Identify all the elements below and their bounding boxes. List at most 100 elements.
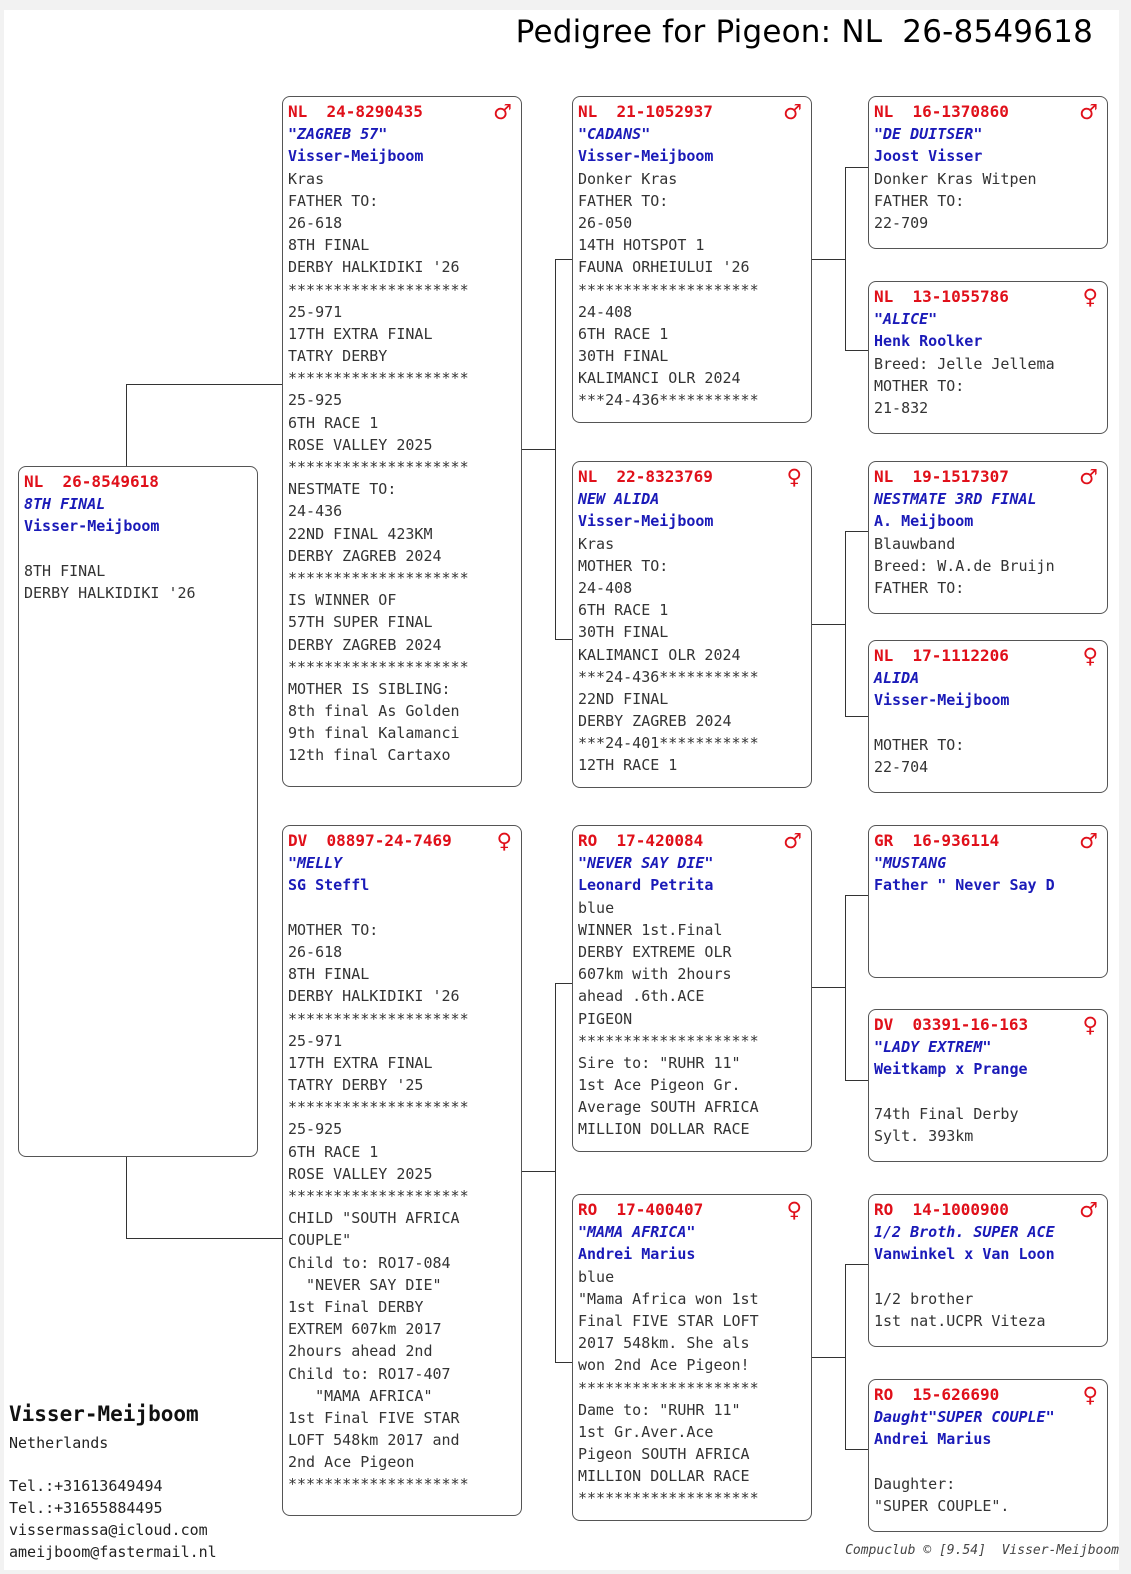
- info-line: 22ND FINAL: [578, 689, 669, 708]
- info-line: [874, 712, 1102, 734]
- paternal-grandmother-card: NL 22-8323769 ♀ NEW ALIDA Visser-Meijboom Kr…: [572, 461, 812, 788]
- info-line: 8TH FINAL: [288, 236, 370, 255]
- info-line: won 2nd Ace Pigeon!: [578, 1356, 750, 1375]
- info-line: FATHER TO:: [578, 191, 669, 210]
- info-line: Sylt. 393km: [874, 1126, 974, 1145]
- pigeon-name: "CADANS": [578, 125, 651, 144]
- connector-line: [126, 384, 127, 466]
- info-line: 74th Final Derby: [874, 1104, 1019, 1123]
- great-grandparent-card: RO 15-626690 ♀ Daught"SUPER COUPLE" Andrei …: [868, 1379, 1108, 1532]
- male-symbol-icon: ♂: [1079, 100, 1098, 124]
- connector-line: [845, 1264, 846, 1449]
- connector-line: [845, 350, 869, 351]
- great-grandparent-card: NL 19-1517307 ♂ NESTMATE 3RD FINAL A. Meijb…: [868, 461, 1108, 614]
- mother-card: DV 08897-24-7469 ♀ "MELLY SG Steffl MOTHER T…: [282, 825, 522, 1516]
- info-line: 1st nat.UCPR Viteza: [874, 1311, 1046, 1330]
- ring-number: DV 08897-24-7469 ♀: [288, 829, 512, 853]
- info-line: "NEVER SAY DIE": [288, 1275, 442, 1294]
- connector-line: [126, 1238, 283, 1239]
- info-line: Donker Kras: [578, 169, 678, 188]
- owner-name: SG Steffl: [288, 876, 370, 895]
- ring-number: RO 15-626690 ♀: [874, 1383, 1098, 1407]
- info-line: 25-925: [288, 1120, 343, 1139]
- connector-line: [845, 167, 869, 168]
- info-line: 1st Final FIVE STAR: [288, 1408, 460, 1427]
- info-line: DERBY HALKIDIKI '26: [24, 583, 196, 602]
- female-symbol-icon: ♀: [1082, 644, 1098, 668]
- owner-name: Henk Roolker: [874, 332, 983, 351]
- ring-number: NL 21-1052937 ♂: [578, 100, 802, 124]
- info-line: MOTHER TO:: [874, 735, 965, 754]
- female-symbol-icon: ♀: [1082, 1383, 1098, 1407]
- info-line: [874, 1451, 1102, 1473]
- owner-name: Visser-Meijboom: [578, 512, 714, 531]
- connector-line: [811, 1357, 845, 1358]
- connector-line: [845, 1264, 869, 1265]
- info-line: WINNER 1st.Final: [578, 920, 723, 939]
- owner-name: Vanwinkel x Van Loon: [874, 1245, 1055, 1264]
- connector-line: [555, 983, 556, 1363]
- info-line: MILLION DOLLAR RACE: [578, 1120, 750, 1139]
- info-line: 17TH EXTRA FINAL: [288, 1053, 433, 1072]
- info-line: MILLION DOLLAR RACE: [578, 1467, 750, 1486]
- info-line: 8TH FINAL: [288, 965, 370, 984]
- info-line: 12th final Cartaxo: [288, 746, 451, 765]
- info-line: Average SOUTH AFRICA: [578, 1098, 759, 1117]
- owner-name: Visser-Meijboom: [874, 691, 1010, 710]
- info-line: FATHER TO:: [874, 578, 965, 597]
- owner-name: Weitkamp x Prange: [874, 1060, 1028, 1079]
- info-line: 30TH FINAL: [578, 623, 669, 642]
- pigeon-name: "ALICE": [874, 310, 938, 329]
- connector-line: [845, 895, 846, 1080]
- owner-name: Visser-Meijboom: [578, 147, 714, 166]
- info-line: 26-618: [288, 213, 343, 232]
- info-line: 8TH FINAL: [24, 561, 106, 580]
- info-line: TATRY DERBY: [288, 347, 388, 366]
- info-line: Pigeon SOUTH AFRICA: [578, 1445, 750, 1464]
- info-line: 6TH RACE 1: [288, 1142, 379, 1161]
- info-line: 24-436: [288, 502, 343, 521]
- connector-line: [811, 624, 845, 625]
- ring-number: NL 24-8290435 ♂: [288, 100, 512, 124]
- connector-line: [845, 531, 869, 532]
- great-grandparent-card: RO 14-1000900 ♂ 1/2 Broth. SUPER ACE Vanwin…: [868, 1194, 1108, 1347]
- connector-line: [521, 449, 555, 450]
- info-line: 24-408: [578, 302, 633, 321]
- ring-number: RO 17-420084 ♂: [578, 829, 802, 853]
- pigeon-name: 8TH FINAL: [24, 495, 106, 514]
- info-line: ********************: [288, 1098, 469, 1117]
- info-line: 12TH RACE 1: [578, 756, 678, 775]
- owner-name: Visser-Meijboom: [288, 147, 424, 166]
- ring-number: NL 22-8323769 ♀: [578, 465, 802, 489]
- male-symbol-icon: ♂: [1079, 465, 1098, 489]
- info-line: blue: [578, 1267, 615, 1286]
- info-line: 1st Gr.Aver.Ace: [578, 1422, 714, 1441]
- info-line: NESTMATE TO:: [288, 480, 397, 499]
- info-line: FATHER TO:: [288, 191, 379, 210]
- info-line: CHILD "SOUTH AFRICA: [288, 1209, 460, 1228]
- info-line: "MAMA AFRICA": [288, 1386, 433, 1405]
- info-line: ********************: [288, 280, 469, 299]
- great-grandparent-card: DV 03391-16-163 ♀ "LADY EXTREM" Weitkamp x …: [868, 1009, 1108, 1162]
- info-line: 22-704: [874, 757, 929, 776]
- info-line: MOTHER TO:: [288, 920, 379, 939]
- owner-name: A. Meijboom: [874, 512, 974, 531]
- info-line: 30TH FINAL: [578, 347, 669, 366]
- pigeon-name: "MELLY: [288, 854, 343, 873]
- info-line: 1st Ace Pigeon Gr.: [578, 1076, 741, 1095]
- breeder-country: Netherlands: [9, 1434, 109, 1452]
- info-line: [24, 538, 252, 560]
- connector-line: [845, 895, 869, 896]
- page-title: Pedigree for Pigeon: NL 26-8549618: [515, 14, 1093, 50]
- info-line: DERBY HALKIDIKI '26: [288, 987, 460, 1006]
- ring-number: NL 26-8549618: [24, 472, 159, 491]
- info-line: FATHER TO:: [874, 191, 965, 210]
- connector-line: [845, 167, 846, 350]
- connector-line: [811, 987, 845, 988]
- info-line: ********************: [578, 1378, 759, 1397]
- info-line: 2017 548km. She als: [578, 1334, 750, 1353]
- pigeon-name: Daught"SUPER COUPLE": [874, 1408, 1055, 1427]
- info-line: 2hours ahead 2nd: [288, 1342, 433, 1361]
- info-line: ********************: [578, 1489, 759, 1508]
- info-line: 6TH RACE 1: [578, 601, 669, 620]
